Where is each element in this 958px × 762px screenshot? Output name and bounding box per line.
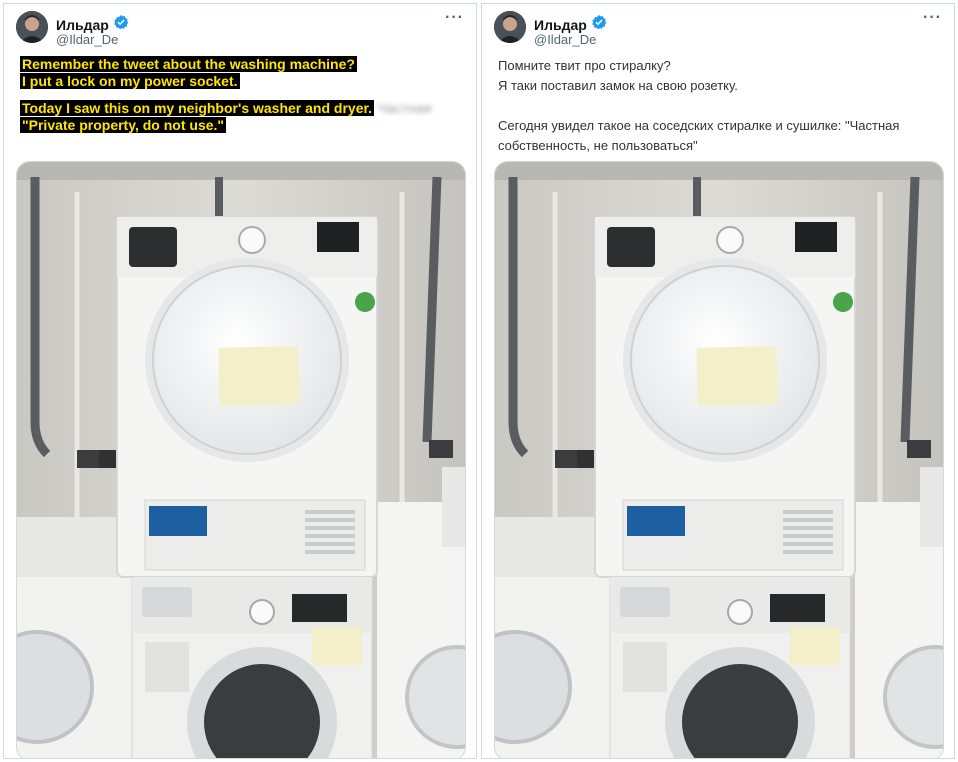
display-name[interactable]: Ильдар (56, 17, 109, 33)
tweet-text: Помните твит про стиралку? Я таки постав… (498, 56, 936, 156)
laundry-photo-illustration (495, 162, 944, 759)
tweet-line-1: Помните твит про стиралку? (498, 58, 671, 73)
more-options-icon[interactable]: ··· (445, 9, 464, 27)
translated-line-2: I put a lock on my power socket. (20, 73, 240, 89)
blurred-original-text: Частная (377, 100, 432, 116)
tweet-line-2: Я таки поставил замок на свою розетку. (498, 78, 738, 93)
user-handle[interactable]: @Ildar_De (56, 32, 118, 47)
tweet-header: Ильдар @Ildar_De ··· (494, 9, 942, 51)
translated-line-3: Today I saw this on my neighbor's washer… (20, 100, 375, 116)
more-options-icon[interactable]: ··· (923, 9, 942, 27)
display-name[interactable]: Ильдар (534, 17, 587, 33)
user-handle[interactable]: @Ildar_De (534, 32, 596, 47)
translated-line-4: "Private property, do not use." (20, 117, 227, 133)
avatar[interactable] (494, 11, 526, 43)
tweet-photo[interactable] (494, 161, 944, 759)
tweet-card-translated: Ильдар @Ildar_De ··· Remember the tweet … (3, 3, 477, 759)
tweet-header: Ильдар @Ildar_De ··· (16, 9, 464, 51)
tweet-line-3: Сегодня увидел такое на соседских стирал… (498, 118, 900, 153)
tweet-text: Remember the tweet about the washing mac… (20, 56, 458, 134)
tweet-photo[interactable] (16, 161, 466, 759)
tweet-card-original: Ильдар @Ildar_De ··· Помните твит про ст… (481, 3, 955, 759)
translated-line-1: Remember the tweet about the washing mac… (20, 56, 357, 72)
avatar[interactable] (16, 11, 48, 43)
laundry-photo-illustration (17, 162, 466, 759)
